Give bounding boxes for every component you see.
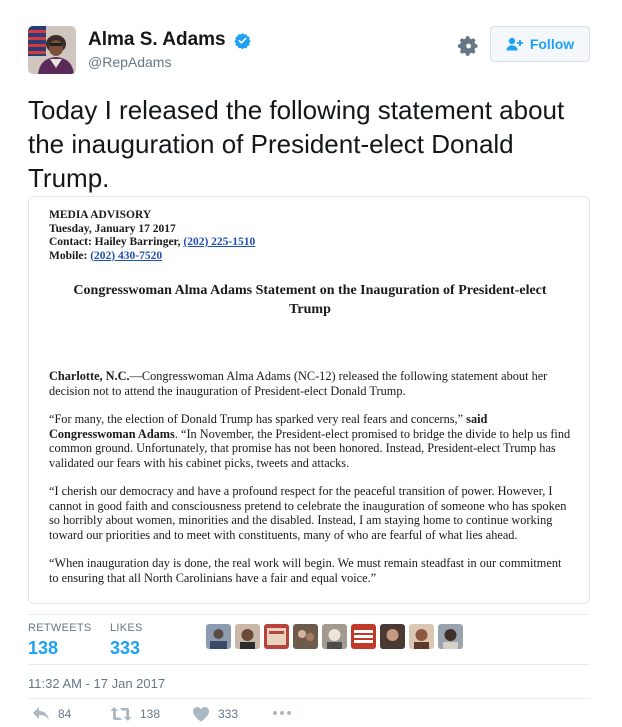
liker-avatar[interactable] xyxy=(293,624,318,649)
heart-icon xyxy=(193,707,209,722)
reply-icon xyxy=(33,707,49,720)
author-display-name[interactable]: Alma S. Adams xyxy=(88,29,226,51)
tweet-actions: 84 138 333 xyxy=(28,706,590,726)
mobile-prefix: Mobile: xyxy=(49,249,91,262)
advisory-mobile: Mobile: (202) 430-7520 xyxy=(49,250,571,264)
like-count: 333 xyxy=(218,707,239,721)
contact-prefix: Contact: Hailey Barringer, xyxy=(49,236,184,248)
paragraph-2-quote: “For many, the election of Donald Trump … xyxy=(49,412,464,426)
retweet-icon xyxy=(110,707,132,721)
dateline: Charlotte, N.C. xyxy=(49,369,130,383)
statement-title: Congresswoman Alma Adams Statement on th… xyxy=(73,283,547,317)
retweet-count: 138 xyxy=(140,707,161,721)
follow-button[interactable]: Follow xyxy=(490,26,590,62)
reply-count: 84 xyxy=(58,707,72,721)
liker-avatar[interactable] xyxy=(206,624,231,649)
mobile-phone-link[interactable]: (202) 430-7520 xyxy=(90,250,162,262)
divider-bottom xyxy=(28,698,590,699)
divider-top xyxy=(28,614,590,615)
avatar-image xyxy=(28,26,76,74)
tweet-timestamp[interactable]: 11:32 AM - 17 Jan 2017 xyxy=(28,676,165,691)
follow-person-icon xyxy=(506,37,523,51)
liker-avatars xyxy=(206,624,463,649)
retweets-stat[interactable]: RETWEETS 138 xyxy=(28,622,92,659)
engagement-stats: RETWEETS 138 LIKES 333 xyxy=(28,622,590,662)
liker-avatar[interactable] xyxy=(264,624,289,649)
liker-avatar[interactable] xyxy=(235,624,260,649)
follow-button-label: Follow xyxy=(529,36,575,52)
media-advisory-label: MEDIA ADVISORY xyxy=(49,209,152,221)
tweet-text: Today I released the following statement… xyxy=(28,95,565,193)
reply-button[interactable]: 84 xyxy=(32,706,71,722)
liker-avatar[interactable] xyxy=(380,624,405,649)
retweets-label: RETWEETS xyxy=(28,622,92,634)
author-name-block: Alma S. Adams @RepAdams xyxy=(88,29,251,70)
liker-avatar[interactable] xyxy=(438,624,463,649)
statement-paragraph-4: “When inauguration day is done, the real… xyxy=(49,556,562,585)
liker-avatar[interactable] xyxy=(409,624,434,649)
likes-stat[interactable]: LIKES 333 xyxy=(110,622,143,659)
like-button[interactable]: 333 xyxy=(192,706,238,722)
liker-avatar[interactable] xyxy=(351,624,376,649)
likes-label: LIKES xyxy=(110,622,143,634)
tweet-header: Alma S. Adams @RepAdams Follow xyxy=(28,26,594,78)
author-handle[interactable]: @RepAdams xyxy=(88,54,251,70)
author-avatar[interactable] xyxy=(28,26,76,74)
contact-phone-link[interactable]: (202) 225-1510 xyxy=(183,236,255,248)
more-button[interactable] xyxy=(272,710,292,716)
statement-document: MEDIA ADVISORY Tuesday, January 17 2017 … xyxy=(49,209,571,585)
divider-middle xyxy=(28,664,590,665)
verified-badge-icon xyxy=(234,32,251,49)
more-icon xyxy=(273,711,291,715)
gear-icon[interactable] xyxy=(456,34,480,58)
retweet-button[interactable]: 138 xyxy=(110,706,160,722)
likes-count: 333 xyxy=(110,638,141,658)
attached-statement-image[interactable]: MEDIA ADVISORY Tuesday, January 17 2017 … xyxy=(28,196,590,604)
statement-paragraph-1: Charlotte, N.C.—Congresswoman Alma Adams… xyxy=(49,369,571,398)
statement-paragraph-2: “For many, the election of Donald Trump … xyxy=(49,412,571,470)
liker-avatar[interactable] xyxy=(322,624,347,649)
statement-paragraph-3: “I cherish our democracy and have a prof… xyxy=(49,484,567,542)
retweets-count: 138 xyxy=(28,638,59,658)
advisory-contact: Contact: Hailey Barringer, (202) 225-151… xyxy=(49,236,571,250)
advisory-date: Tuesday, January 17 2017 xyxy=(49,222,176,235)
